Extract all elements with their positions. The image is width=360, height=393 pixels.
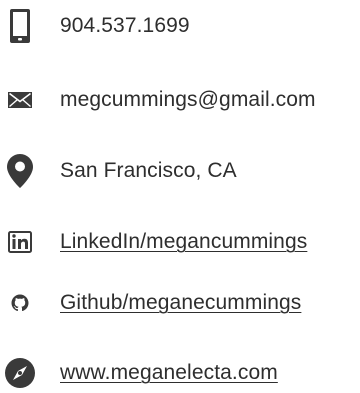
contact-phone: 904.537.1699 <box>0 6 360 46</box>
github-icon <box>0 283 40 323</box>
contact-github: Github/meganecummings <box>0 283 360 323</box>
envelope-icon <box>0 80 40 120</box>
phone-number: 904.537.1699 <box>60 14 190 37</box>
contact-list: 904.537.1699 megcummings@gmail.com San F… <box>0 0 360 388</box>
smartphone-icon <box>0 6 40 46</box>
contact-email: megcummings@gmail.com <box>0 80 360 120</box>
contact-website: www.meganelecta.com <box>0 353 360 393</box>
github-link[interactable]: Github/meganecummings <box>60 291 301 315</box>
linkedin-icon <box>0 222 40 262</box>
compass-icon <box>0 353 40 393</box>
website-link[interactable]: www.meganelecta.com <box>60 361 278 385</box>
map-pin-icon <box>0 151 40 191</box>
location-text: San Francisco, CA <box>60 159 237 182</box>
contact-linkedin: LinkedIn/megancummings <box>0 222 360 262</box>
contact-location: San Francisco, CA <box>0 151 360 191</box>
linkedin-link[interactable]: LinkedIn/megancummings <box>60 230 307 254</box>
email-address: megcummings@gmail.com <box>60 88 316 111</box>
